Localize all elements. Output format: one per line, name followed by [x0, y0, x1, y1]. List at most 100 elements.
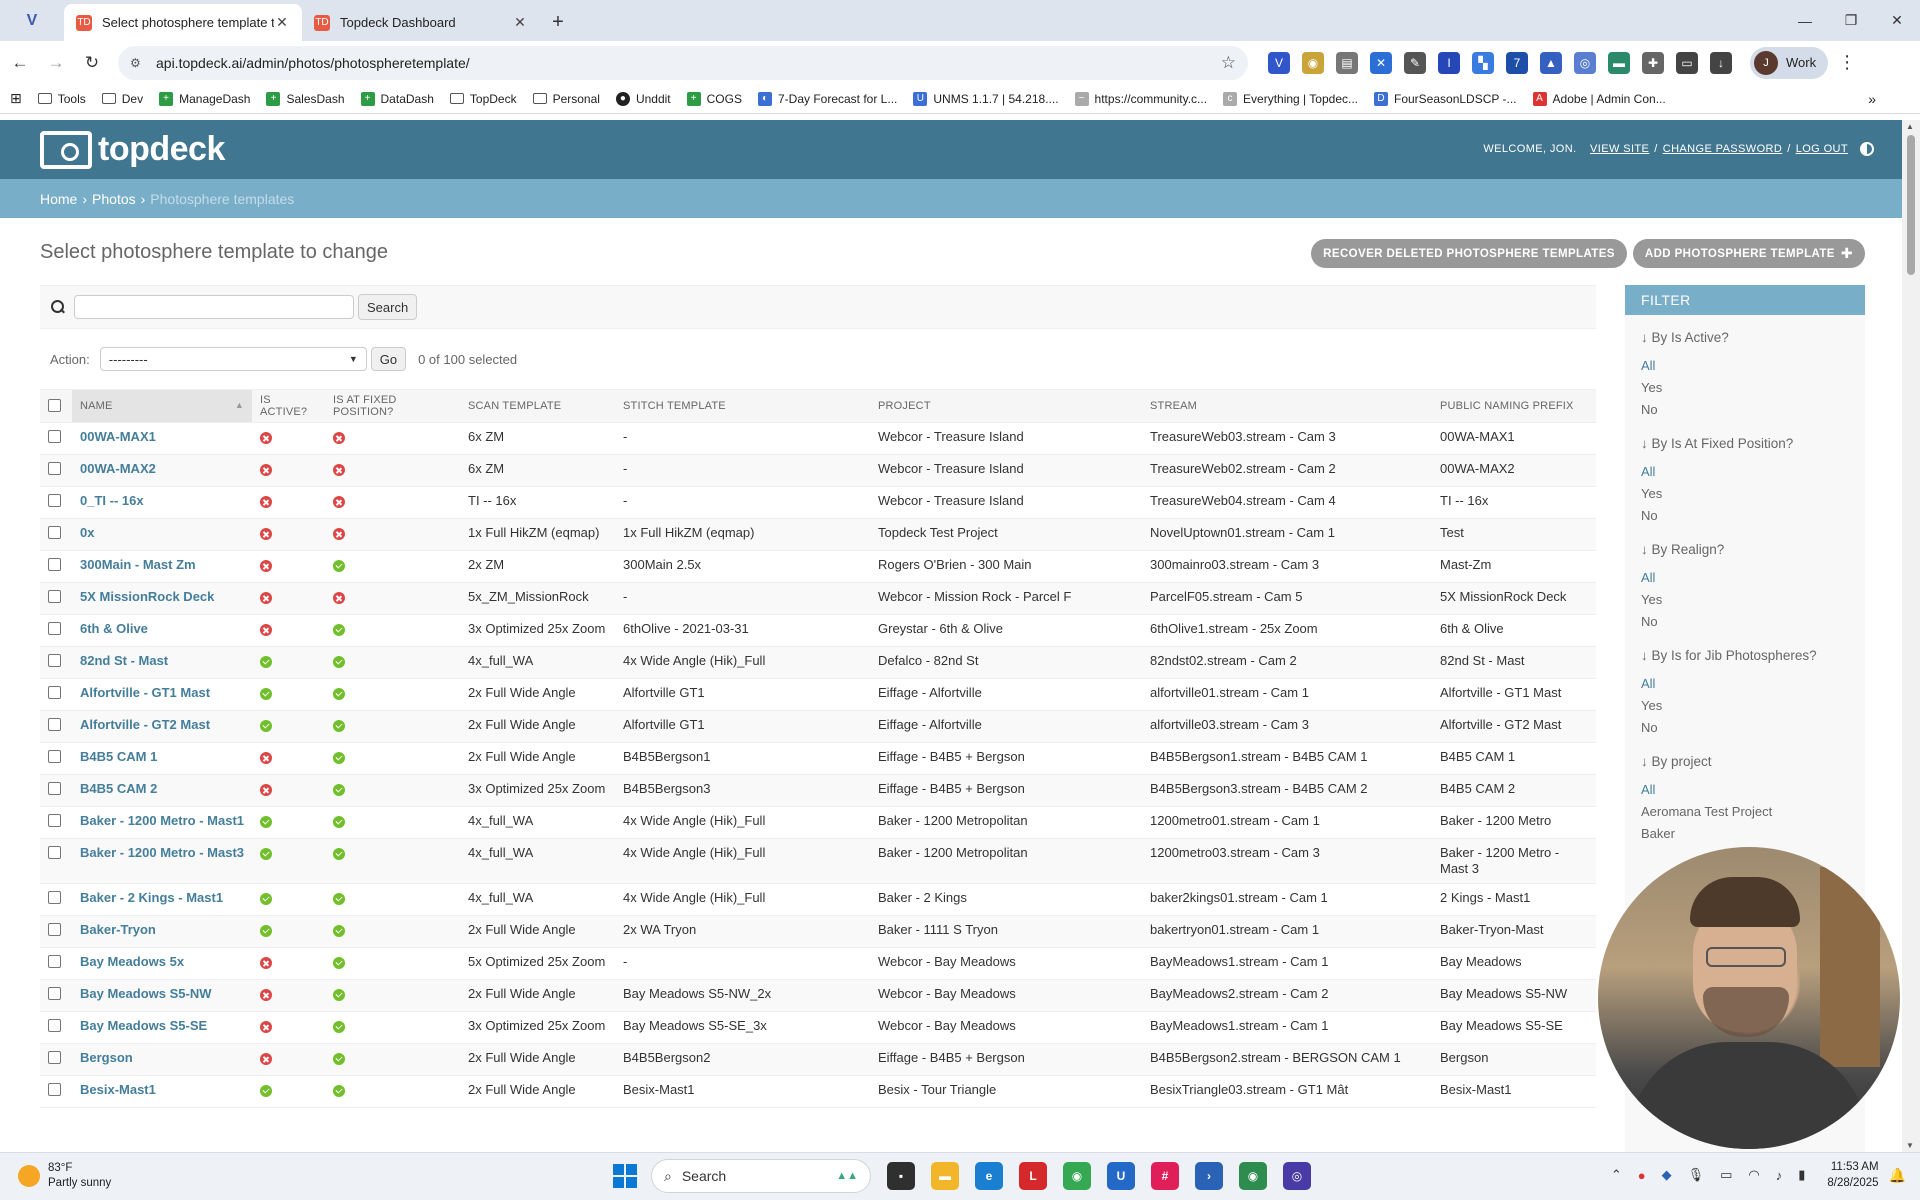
- row-checkbox[interactable]: [48, 1051, 61, 1064]
- template-name-link[interactable]: B4B5 CAM 2: [80, 781, 157, 796]
- filter-option-link[interactable]: Yes: [1641, 698, 1662, 713]
- filter-option-link[interactable]: Aeromana Test Project: [1641, 804, 1772, 819]
- bookmark-forecast[interactable]: ◐ 7-Day Forecast for L...: [757, 91, 897, 106]
- dropbox-icon[interactable]: ◆: [1662, 1167, 1672, 1183]
- template-name-link[interactable]: B4B5 CAM 1: [80, 749, 157, 764]
- add-photosphere-template-button[interactable]: ADD PHOTOSPHERE TEMPLATE ✚: [1632, 239, 1865, 268]
- row-checkbox[interactable]: [48, 462, 61, 475]
- template-name-link[interactable]: 0x: [80, 525, 94, 540]
- row-checkbox[interactable]: [48, 654, 61, 667]
- filter-option-link[interactable]: No: [1641, 614, 1658, 629]
- extension-icon[interactable]: ▬: [1608, 51, 1630, 74]
- filter-option[interactable]: Aeromana Test Project: [1641, 801, 1849, 823]
- lastpass-icon[interactable]: L: [1019, 1162, 1047, 1190]
- row-checkbox[interactable]: [48, 782, 61, 795]
- site-info-icon[interactable]: ⚙: [130, 56, 146, 70]
- filter-option[interactable]: Yes: [1641, 483, 1849, 505]
- row-checkbox[interactable]: [48, 686, 61, 699]
- close-tab-icon[interactable]: ✕: [274, 14, 290, 31]
- filter-option[interactable]: Baker: [1641, 823, 1849, 845]
- template-name-link[interactable]: 300Main - Mast Zm: [80, 557, 196, 572]
- bookmark-managedash[interactable]: + ManageDash: [159, 91, 250, 106]
- extension-icon[interactable]: ✎: [1404, 51, 1426, 74]
- edge-icon[interactable]: e: [975, 1162, 1003, 1190]
- row-checkbox[interactable]: [48, 891, 61, 904]
- template-name-link[interactable]: 00WA-MAX2: [80, 461, 156, 476]
- bookmark-unddit[interactable]: ● Unddit: [615, 91, 671, 106]
- filter-group-heading[interactable]: ↓ By Is for Jib Photospheres?: [1641, 648, 1849, 663]
- filter-option-link[interactable]: Yes: [1641, 380, 1662, 395]
- row-checkbox[interactable]: [48, 846, 61, 859]
- template-name-link[interactable]: Baker-Tryon: [80, 922, 156, 937]
- bookmark-datadash[interactable]: + DataDash: [360, 91, 434, 106]
- row-checkbox[interactable]: [48, 622, 61, 635]
- breadcrumb-home[interactable]: Home: [40, 191, 77, 207]
- clock[interactable]: 11:53 AM 8/28/2025: [1827, 1159, 1878, 1191]
- select-all-checkbox[interactable]: [48, 399, 61, 412]
- template-name-link[interactable]: 0_TI -- 16x: [80, 493, 144, 508]
- wifi-icon[interactable]: ◠: [1748, 1167, 1759, 1183]
- bookmark-cogs[interactable]: + COGS: [686, 91, 742, 106]
- bookmark-topdeck[interactable]: TopDeck: [449, 92, 517, 106]
- column-header-public-naming-prefix[interactable]: PUBLIC NAMING PREFIX: [1432, 389, 1596, 423]
- bookmark-fourseason[interactable]: D FourSeasonLDSCP -...: [1374, 91, 1517, 106]
- tab-search-icon[interactable]: ▭: [1676, 51, 1698, 74]
- filter-option-link[interactable]: Yes: [1641, 486, 1662, 501]
- bookmark-adobe[interactable]: A Adobe | Admin Con...: [1532, 91, 1666, 106]
- row-checkbox[interactable]: [48, 558, 61, 571]
- filter-option[interactable]: All: [1641, 355, 1849, 377]
- extension-icon[interactable]: ▤: [1336, 51, 1358, 74]
- search-input[interactable]: [74, 295, 354, 319]
- close-tab-icon[interactable]: ✕: [512, 14, 528, 31]
- chevron-up-icon[interactable]: ⌃: [1611, 1167, 1622, 1183]
- template-name-link[interactable]: Bay Meadows 5x: [80, 954, 184, 969]
- extension-icon[interactable]: V: [1268, 51, 1290, 74]
- template-name-link[interactable]: Bergson: [80, 1050, 133, 1065]
- filter-option[interactable]: All: [1641, 779, 1849, 801]
- change-password-link[interactable]: CHANGE PASSWORD: [1663, 143, 1782, 155]
- filter-option[interactable]: Yes: [1641, 589, 1849, 611]
- template-name-link[interactable]: Baker - 1200 Metro - Mast1: [80, 813, 244, 828]
- row-checkbox[interactable]: [48, 526, 61, 539]
- filter-option-link[interactable]: No: [1641, 402, 1658, 417]
- filter-option-link[interactable]: All: [1641, 358, 1655, 373]
- filter-option[interactable]: No: [1641, 611, 1849, 633]
- filter-option-link[interactable]: No: [1641, 508, 1658, 523]
- filter-option[interactable]: No: [1641, 399, 1849, 421]
- row-checkbox[interactable]: [48, 494, 61, 507]
- topdeck-logo[interactable]: topdeck: [40, 130, 225, 169]
- chrome-profile-icon[interactable]: ◉: [1239, 1162, 1267, 1190]
- template-name-link[interactable]: 6th & Olive: [80, 621, 148, 636]
- profile-button[interactable]: J Work: [1750, 46, 1829, 79]
- column-header-name[interactable]: NAME ▲: [72, 389, 252, 423]
- weather-widget[interactable]: 83°F Partly sunny: [18, 1161, 111, 1191]
- browser-menu-icon[interactable]: V: [0, 0, 64, 41]
- bookmark-dev[interactable]: Dev: [101, 92, 143, 106]
- filter-option[interactable]: All: [1641, 673, 1849, 695]
- row-checkbox[interactable]: [48, 750, 61, 763]
- filter-option[interactable]: Yes: [1641, 695, 1849, 717]
- filter-group-heading[interactable]: ↓ By Realign?: [1641, 542, 1849, 557]
- template-name-link[interactable]: Bay Meadows S5-SE: [80, 1018, 207, 1033]
- filter-option-link[interactable]: No: [1641, 720, 1658, 735]
- apps-grid-icon[interactable]: ⊞: [10, 90, 22, 107]
- extensions-puzzle-icon[interactable]: ✚: [1642, 51, 1664, 74]
- tab-topdeck-dashboard[interactable]: TD Topdeck Dashboard ✕: [302, 4, 540, 41]
- row-checkbox[interactable]: [48, 1019, 61, 1032]
- column-header-stitch-template[interactable]: STITCH TEMPLATE: [615, 389, 870, 423]
- extension-icon[interactable]: 7: [1506, 51, 1528, 74]
- row-checkbox[interactable]: [48, 814, 61, 827]
- log-out-link[interactable]: LOG OUT: [1796, 143, 1848, 155]
- microphone-icon[interactable]: 🎙: [1688, 1167, 1705, 1183]
- bookmark-tools[interactable]: Tools: [37, 92, 86, 106]
- theme-toggle-icon[interactable]: [1860, 142, 1874, 156]
- back-icon[interactable]: ←: [4, 47, 36, 79]
- filter-option-link[interactable]: All: [1641, 570, 1655, 585]
- restore-icon[interactable]: ❐: [1828, 0, 1874, 41]
- minimize-icon[interactable]: —: [1782, 0, 1828, 41]
- recording-icon[interactable]: ●: [1638, 1168, 1646, 1183]
- action-select[interactable]: --------- ▼: [99, 347, 367, 371]
- more-bookmarks-icon[interactable]: »: [1868, 91, 1876, 107]
- browser-menu-dots-icon[interactable]: ⋮: [1838, 52, 1856, 73]
- bookmark-everything[interactable]: c Everything | Topdec...: [1223, 91, 1358, 106]
